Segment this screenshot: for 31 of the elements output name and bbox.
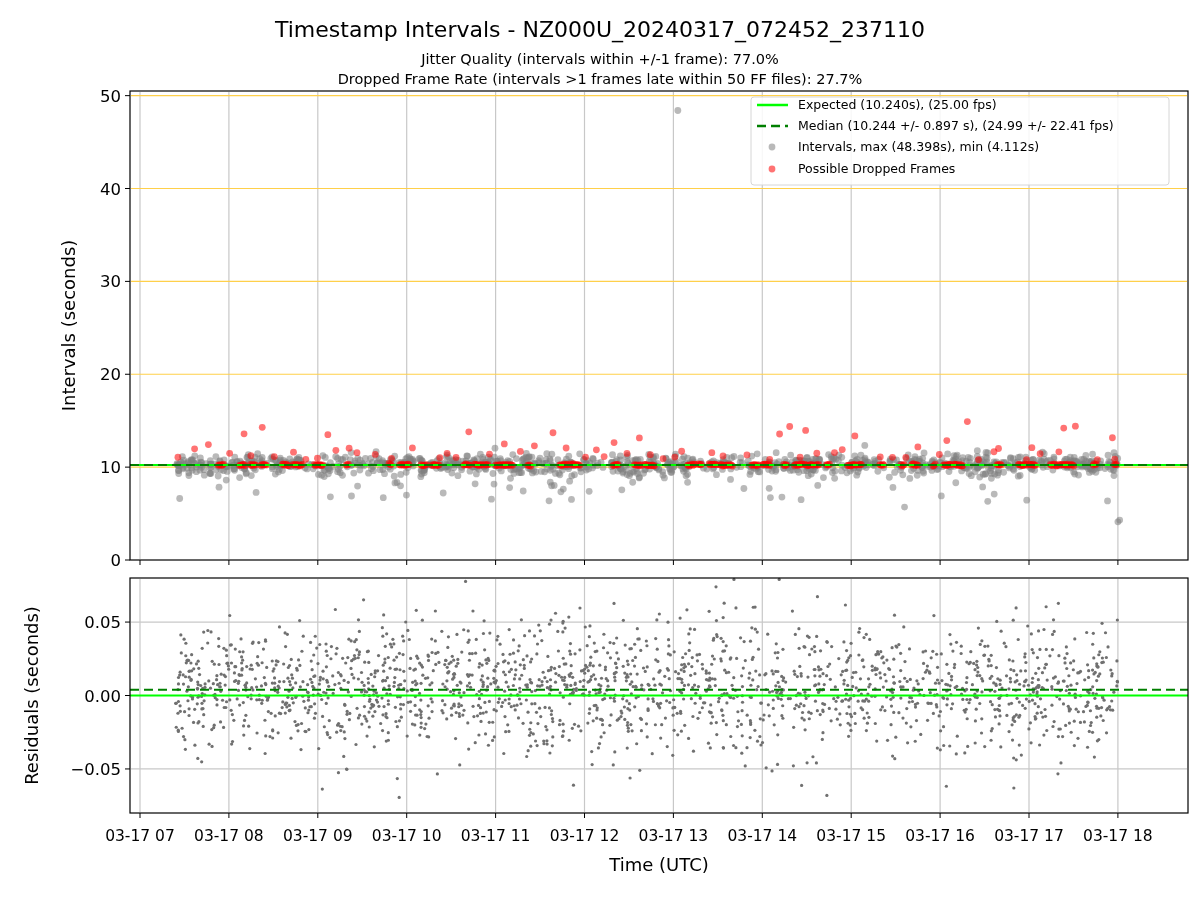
x-tick-label: 03-17 08 [194, 827, 264, 845]
chart-title: Timestamp Intervals - NZ000U_20240317_072452_237110 [275, 17, 925, 42]
chart-subtitle: Dropped Frame Rate (intervals >1 frames late within 50 FF files): 27.7% [337, 71, 863, 87]
chart-subtitle: Jitter Quality (intervals within +/-1 frame): 77.0% [421, 51, 779, 67]
x-tick-label: 03-17 15 [816, 827, 887, 845]
y-tick-label: 40 [100, 179, 121, 199]
legend-label: Intervals, max (48.398s), min (4.112s) [798, 139, 1040, 154]
y-axis-label: Residuals (seconds) [21, 606, 42, 785]
x-tick-label: 03-17 13 [638, 827, 709, 845]
x-tick-label: 03-17 11 [460, 827, 531, 845]
y-tick-label: 10 [100, 458, 121, 478]
y-tick-label: 0 [110, 551, 121, 570]
y-tick-label: −0.05 [70, 759, 121, 779]
x-tick-label: 03-17 07 [105, 827, 175, 845]
legend-label: Median (10.244 +/- 0.897 s), (24.99 +/- 22.41 fps) [798, 118, 1114, 133]
x-tick-label: 03-17 17 [994, 827, 1064, 845]
y-tick-label: 0.00 [84, 686, 121, 706]
legend-label: Possible Dropped Frames [798, 161, 956, 176]
x-tick-label: 03-17 14 [727, 827, 798, 845]
x-tick-label: 03-17 18 [1083, 827, 1153, 845]
y-tick-label: 50 [100, 86, 121, 106]
y-tick-label: 0.05 [84, 613, 121, 633]
y-axis-label: Intervals (seconds) [58, 239, 79, 412]
x-tick-label: 03-17 10 [371, 827, 442, 845]
y-tick-label: 30 [100, 272, 121, 292]
x-axis-label: Time (UTC) [609, 854, 709, 875]
x-tick-label: 03-17 12 [549, 827, 620, 845]
y-tick-label: 20 [100, 365, 121, 385]
x-tick-label: 03-17 16 [905, 827, 975, 845]
x-tick-label: 03-17 09 [282, 827, 353, 845]
legend-label: Expected (10.240s), (25.00 fps) [798, 97, 997, 112]
